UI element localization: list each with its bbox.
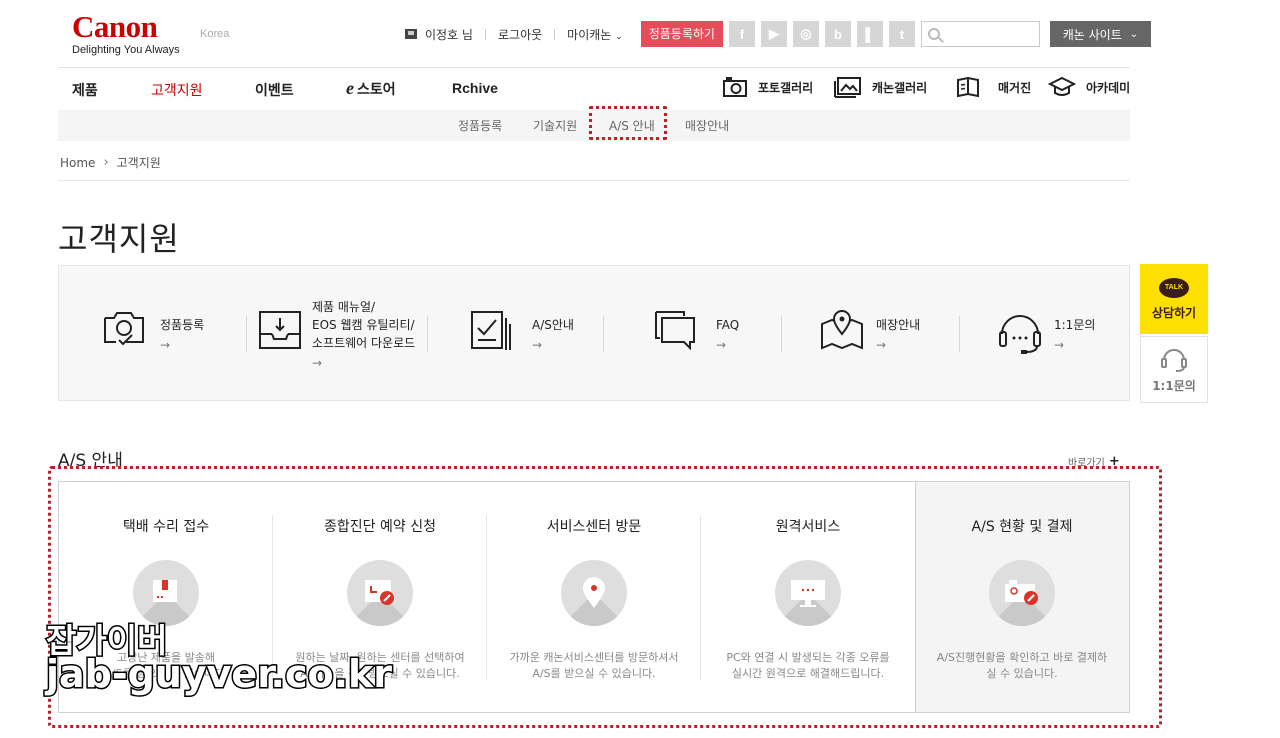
user-card-icon [405,29,417,39]
youtube-icon[interactable]: ▶ [760,21,787,47]
nav-item-products[interactable]: 제품 [72,80,98,100]
quick-inquiry[interactable]: 1:1문의 → [998,310,1095,354]
nav-item-support[interactable]: 고객지원 [151,80,203,100]
quick-label-line: 소프트웨어 다운로드 [312,336,416,350]
divider [246,316,247,352]
nav-divider [58,67,1130,68]
region-label: Korea [200,28,230,40]
arrow-right-icon: → [876,338,887,352]
kakao-talk-button[interactable]: TALK 상담하기 [1140,264,1208,334]
nav-photo-gallery[interactable]: 포토갤러리 [722,76,813,98]
post-icon[interactable]: ▌ [856,21,883,47]
canon-logo[interactable]: Canon Delighting You Always [72,9,187,57]
chevron-down-icon: ⌄ [1129,28,1139,40]
quick-label: FAQ [716,318,740,332]
arrow-right-icon: → [312,356,323,370]
quick-label: 정품등록 [160,318,205,332]
breadcrumb: Home › 고객지원 [60,154,161,171]
nav-magazine-label: 매거진 [998,80,1032,95]
canon-site-dropdown[interactable]: 캐논 사이트 ⌄ [1049,21,1151,47]
nav-magazine[interactable]: 매거진 [956,76,1031,98]
register-product-button[interactable]: 정품등록하기 [640,21,723,47]
nav-photo-gallery-label: 포토갤러리 [758,80,814,95]
quick-label-line: EOS 웹캠 유틸리티/ [312,318,415,332]
divider [484,28,486,40]
kakao-label: 상담하기 [1151,305,1197,320]
nav-item-rchive[interactable]: Rchive [452,80,498,96]
search-input[interactable] [920,21,1040,47]
kakao-talk-icon: TALK [1159,277,1189,298]
canon-site-label: 캐논 사이트 [1062,27,1122,42]
arrow-right-icon: → [1054,338,1065,352]
arrow-right-icon: → [532,338,543,352]
quick-as-guide[interactable]: A/S안내 → [470,310,574,352]
side-inquiry-label: 1:1문의 [1152,379,1196,393]
nav-canon-gallery-label: 캐논갤러리 [872,80,928,95]
my-canon-menu[interactable]: 마이캐논 ⌄ [567,26,623,43]
divider [781,316,782,352]
logo-tagline: Delighting You Always [72,44,180,56]
quick-downloads[interactable]: 제품 매뉴얼/ EOS 웹캠 유틸리티/ 소프트웨어 다운로드 → [258,298,415,370]
headset-icon [1161,349,1187,372]
chat-bubble-icon [655,311,695,350]
nav-canon-gallery[interactable]: 캐논갤러리 [834,76,927,98]
nav-item-events[interactable]: 이벤트 [255,80,294,100]
subnav-store-guide[interactable]: 매장안내 [685,117,729,134]
side-inquiry-button[interactable]: 1:1문의 [1140,336,1208,403]
breadcrumb-home[interactable]: Home [60,156,95,170]
camera-icon [723,77,747,97]
instagram-icon[interactable]: ◎ [792,21,819,47]
estore-e-mark: e [346,78,354,98]
picture-icon [834,77,861,98]
nav-academy-label: 아카데미 [1086,80,1131,95]
quick-menu-panel [58,265,1130,401]
quick-label: A/S안내 [532,318,574,332]
logo-wordmark: Canon [72,9,158,44]
quick-faq[interactable]: FAQ → [654,310,739,352]
download-tray-icon [259,311,301,349]
facebook-icon[interactable]: f [728,21,755,47]
breadcrumb-divider [58,180,1130,181]
arrow-right-icon: → [160,338,171,352]
watermark-url: jab-guyver.co.kr [44,651,393,698]
blog-icon[interactable]: b [824,21,851,47]
user-name: 이정호 님 [425,27,473,42]
chevron-right-icon: › [103,155,109,170]
quick-product-registration[interactable]: 정품등록 → [102,310,204,352]
subnav-tech-support[interactable]: 기술지원 [533,117,577,134]
subnav-highlight-box [589,106,667,140]
quick-label: 1:1문의 [1054,318,1096,332]
divider [427,316,428,352]
checklist-icon [471,311,511,350]
logout-link[interactable]: 로그아웃 [498,26,542,43]
tumblr-icon[interactable]: t [888,21,915,47]
map-pin-icon [821,310,863,350]
quick-label: 매장안내 [876,318,921,332]
camera-check-icon [104,312,144,346]
nav-academy[interactable]: 아카데미 [1048,76,1130,98]
headset-icon [999,315,1041,354]
search-icon [927,28,940,40]
quick-store-guide[interactable]: 매장안내 → [820,310,920,352]
graduation-cap-icon [1048,76,1076,96]
my-canon-label: 마이캐논 [567,27,612,42]
divider [603,316,604,352]
divider [959,316,960,352]
chevron-down-icon: ⌄ [615,31,623,42]
page-title: 고객지원 [58,220,180,258]
nav-item-estore[interactable]: e 스토어 [346,78,396,99]
utility-bar: 이정호 님 로그아웃 마이캐논 ⌄ 정품등록하기 f ▶ ◎ b ▌ t 캐논 … [405,20,1151,48]
subnav-product-registration[interactable]: 정품등록 [458,117,502,134]
quick-label-line: 제품 매뉴얼/ [312,300,376,314]
breadcrumb-current: 고객지원 [116,156,161,170]
estore-label: 스토어 [357,82,396,98]
divider [554,28,556,40]
arrow-right-icon: → [716,338,727,352]
book-icon [957,76,979,98]
